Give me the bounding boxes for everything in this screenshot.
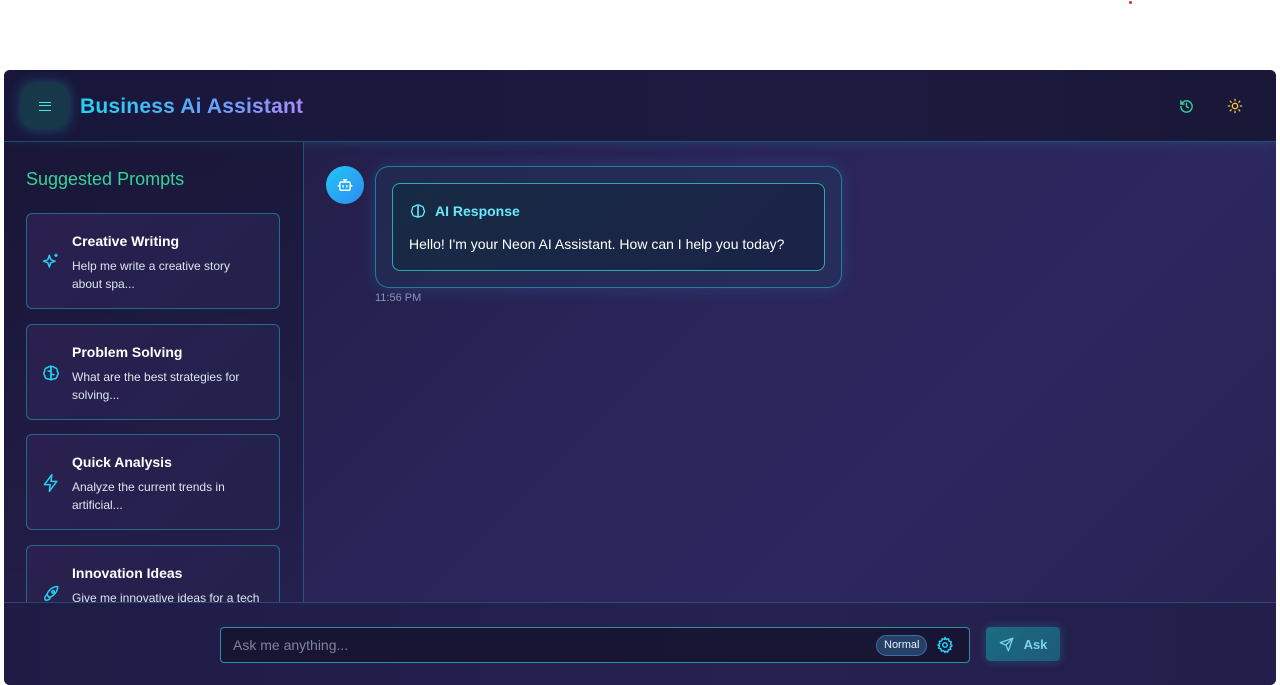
red-dot (1129, 1, 1132, 4)
app-title: Business Ai Assistant (80, 95, 304, 118)
message-timestamp: 11:56 PM (375, 292, 422, 304)
bot-icon (337, 179, 353, 191)
menu-button[interactable] (22, 84, 68, 128)
prompt-description: Help me write a creative story about spa… (72, 259, 231, 291)
prompt-title: Innovation Ideas (72, 565, 183, 581)
brain-icon (43, 365, 59, 381)
send-icon (999, 637, 1013, 651)
prompt-card-creative-writing[interactable]: Creative Writing Help me write a creativ… (26, 213, 280, 309)
settings-icon[interactable] (936, 636, 954, 654)
prompt-description: What are the best strategies for solving… (72, 370, 240, 402)
response-label: AI Response (435, 203, 520, 219)
app-window: Business Ai Assistant Suggested Prompts … (4, 70, 1276, 685)
sparkles-icon (42, 253, 58, 268)
composer-bar: Normal Ask (4, 602, 1276, 685)
message-bubble: AI Response Hello! I'm your Neon AI Assi… (375, 166, 842, 288)
prompt-card-quick-analysis[interactable]: Quick Analysis Analyze the current trend… (26, 434, 280, 530)
lightning-icon (43, 473, 58, 493)
theme-toggle-button[interactable] (1225, 96, 1245, 116)
history-button[interactable] (1176, 96, 1196, 116)
rocket-icon (44, 585, 59, 601)
ai-response-card: AI Response Hello! I'm your Neon AI Assi… (392, 183, 825, 271)
menu-icon (39, 101, 51, 111)
prompt-card-problem-solving[interactable]: Problem Solving What are the best strate… (26, 324, 280, 420)
ask-input[interactable] (233, 628, 853, 662)
header: Business Ai Assistant (4, 70, 1276, 142)
sidebar-title: Suggested Prompts (26, 169, 185, 189)
message-text: Hello! I'm your Neon AI Assistant. How c… (409, 236, 785, 252)
response-header: AI Response (409, 202, 520, 220)
ask-label: Ask (1023, 636, 1048, 652)
prompt-description: Analyze the current trends in artificial… (72, 480, 225, 512)
sun-icon (1227, 98, 1243, 114)
composer-input-wrapper: Normal (220, 627, 970, 663)
chat-area: AI Response Hello! I'm your Neon AI Assi… (304, 142, 1276, 602)
prompt-title: Quick Analysis (72, 454, 172, 470)
brain-icon (410, 204, 426, 218)
ask-button[interactable]: Ask (986, 627, 1060, 661)
bot-avatar (326, 166, 364, 204)
prompt-title: Creative Writing (72, 233, 180, 249)
prompt-title: Problem Solving (72, 344, 183, 360)
mode-selector[interactable]: Normal (876, 635, 928, 656)
history-icon (1179, 99, 1193, 113)
